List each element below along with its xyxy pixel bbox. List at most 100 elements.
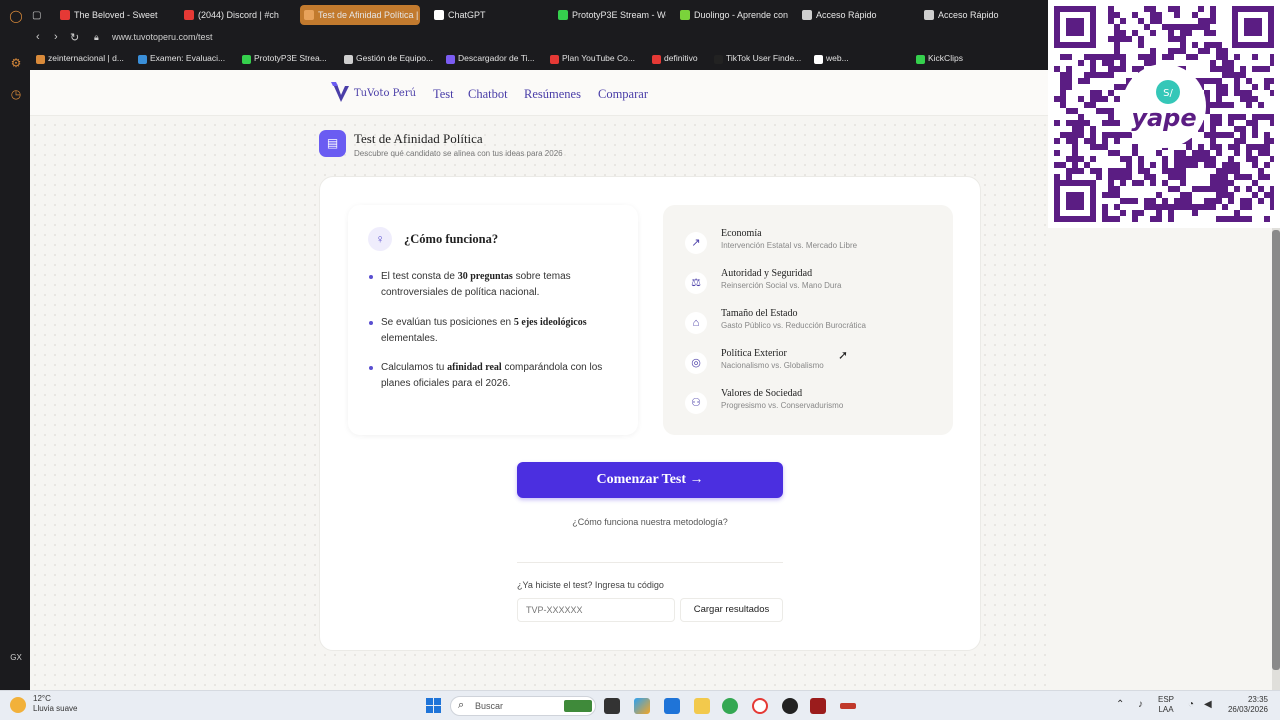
bookmark-item[interactable]: Plan YouTube Co...: [550, 53, 635, 64]
bookmark-item[interactable]: TikTok User Finde...: [714, 53, 801, 64]
qr-module: [1210, 180, 1216, 186]
qr-module: [1210, 132, 1216, 138]
qr-module: [1168, 168, 1174, 174]
opera-icon[interactable]: [752, 698, 768, 714]
qr-module: [1234, 210, 1240, 216]
forward-icon[interactable]: ›: [54, 31, 58, 43]
qr-module: [1174, 6, 1180, 12]
qr-module: [1108, 18, 1114, 24]
nav-chatbot[interactable]: Chatbot: [468, 87, 508, 102]
logo-text[interactable]: TuVoto Perú: [354, 88, 416, 99]
qr-module: [1084, 72, 1090, 78]
tab-item[interactable]: Duolingo - Aprende con: [676, 5, 788, 25]
weather-widget[interactable]: 12°C Lluvia suave: [33, 694, 77, 714]
store-icon[interactable]: [664, 698, 680, 714]
methodology-link[interactable]: ¿Cómo funciona nuestra metodología?: [517, 517, 783, 527]
qr-module: [1102, 72, 1108, 78]
task-view-icon[interactable]: [604, 698, 620, 714]
qr-module: [1222, 174, 1228, 180]
history-icon[interactable]: ◷: [8, 86, 24, 102]
bookmark-label: Plan YouTube Co...: [562, 53, 635, 63]
load-results-button[interactable]: Cargar resultados: [680, 598, 783, 622]
tab-item[interactable]: Acceso Rápido: [920, 5, 1032, 25]
back-icon[interactable]: ‹: [36, 31, 40, 43]
qr-module: [1108, 150, 1114, 156]
qr-module: [1234, 54, 1240, 60]
lock-icon: 🔒︎: [94, 32, 99, 42]
start-menu-icon[interactable]: [426, 698, 441, 713]
mic-icon[interactable]: ♪: [1138, 699, 1143, 710]
weather-icon[interactable]: [10, 697, 26, 713]
qr-module: [1204, 204, 1210, 210]
bullet-text: Se evalúan tus posiciones en 5 ejes ideo…: [370, 315, 620, 347]
qr-module: [1090, 138, 1096, 144]
bookmark-item[interactable]: zeinternacional | d...: [36, 53, 124, 64]
tab-item[interactable]: (2044) Discord | #ch: [180, 5, 292, 25]
bookmark-item[interactable]: Examen: Evaluaci...: [138, 53, 225, 64]
wifi-icon[interactable]: ◔: [1188, 699, 1194, 710]
bookmark-item[interactable]: Descargador de Ti...: [446, 53, 535, 64]
qr-module: [1072, 144, 1078, 150]
qr-module: [1066, 168, 1072, 174]
qr-module: [1060, 84, 1066, 90]
folder-icon[interactable]: [694, 698, 710, 714]
tab-item[interactable]: PrototyP3E Stream - We: [554, 5, 666, 25]
globe-icon: ◎: [685, 352, 707, 374]
qr-module: [1180, 150, 1186, 156]
scrollbar-thumb[interactable]: [1272, 230, 1280, 670]
tab-item[interactable]: ChatGPT: [430, 5, 540, 25]
start-test-button[interactable]: Comenzar Test →: [517, 462, 783, 498]
bookmark-item[interactable]: Gestión de Equipo...: [344, 53, 433, 64]
bookmark-item[interactable]: web...: [814, 53, 849, 64]
volume-icon[interactable]: ◀: [1204, 699, 1212, 710]
scrollbar[interactable]: [1272, 228, 1280, 690]
qr-module: [1210, 174, 1216, 180]
qr-module: [1210, 30, 1216, 36]
clock[interactable]: 23:35 26/03/2026: [1222, 695, 1268, 715]
qr-module: [1084, 138, 1090, 144]
tab-item[interactable]: Acceso Rápido: [798, 5, 910, 25]
bookmark-item[interactable]: KickClips: [916, 53, 963, 64]
how-title: ¿Cómo funciona?: [404, 232, 499, 246]
tab-active[interactable]: Test de Afinidad Política |: [300, 5, 420, 25]
nav-test[interactable]: Test: [433, 87, 454, 102]
reload-icon[interactable]: ↻: [70, 31, 79, 44]
sidebar-app-icon[interactable]: ⚙: [8, 55, 24, 71]
logo-icon[interactable]: [330, 80, 352, 106]
qr-module: [1054, 96, 1060, 102]
language-indicator[interactable]: ESP LAA: [1158, 695, 1174, 715]
nav-comparar[interactable]: Comparar: [598, 87, 648, 102]
qr-module: [1096, 54, 1102, 60]
qr-module: [1192, 186, 1198, 192]
qr-code-icon: S/ yape: [1054, 6, 1274, 222]
copilot-icon[interactable]: [634, 698, 650, 714]
qr-module: [1090, 90, 1096, 96]
chrome-icon[interactable]: [722, 698, 738, 714]
qr-module: [1084, 54, 1090, 60]
qr-module: [1126, 174, 1132, 180]
app-icon[interactable]: [840, 703, 856, 709]
qr-module: [1174, 12, 1180, 18]
qr-module: [1222, 204, 1228, 210]
obs-icon[interactable]: [782, 698, 798, 714]
url-field[interactable]: www.tuvotoperu.com/test: [112, 32, 213, 42]
app-icon[interactable]: [810, 698, 826, 714]
tab-item[interactable]: The Beloved - Sweet: [56, 5, 168, 25]
tab-menu-icon[interactable]: ▢: [32, 5, 50, 25]
nav-resumenes[interactable]: Resúmenes: [524, 87, 581, 102]
bookmark-item[interactable]: definitivo: [652, 53, 698, 64]
qr-module: [1204, 48, 1210, 54]
qr-module: [1120, 36, 1126, 42]
qr-module: [1096, 168, 1102, 174]
qr-module: [1264, 216, 1270, 222]
gx-icon[interactable]: GX: [8, 650, 24, 666]
qr-module: [1120, 30, 1126, 36]
qr-module: [1108, 72, 1114, 78]
code-input[interactable]: [517, 598, 675, 622]
bookmark-item[interactable]: PrototyP3E Strea...: [242, 53, 327, 64]
chevron-up-icon[interactable]: ⌃: [1116, 699, 1124, 710]
bullet-pre: Calculamos tu: [381, 362, 448, 373]
qr-module: [1192, 156, 1198, 162]
opera-logo-icon[interactable]: ◯: [8, 8, 24, 24]
qr-module: [1216, 186, 1222, 192]
